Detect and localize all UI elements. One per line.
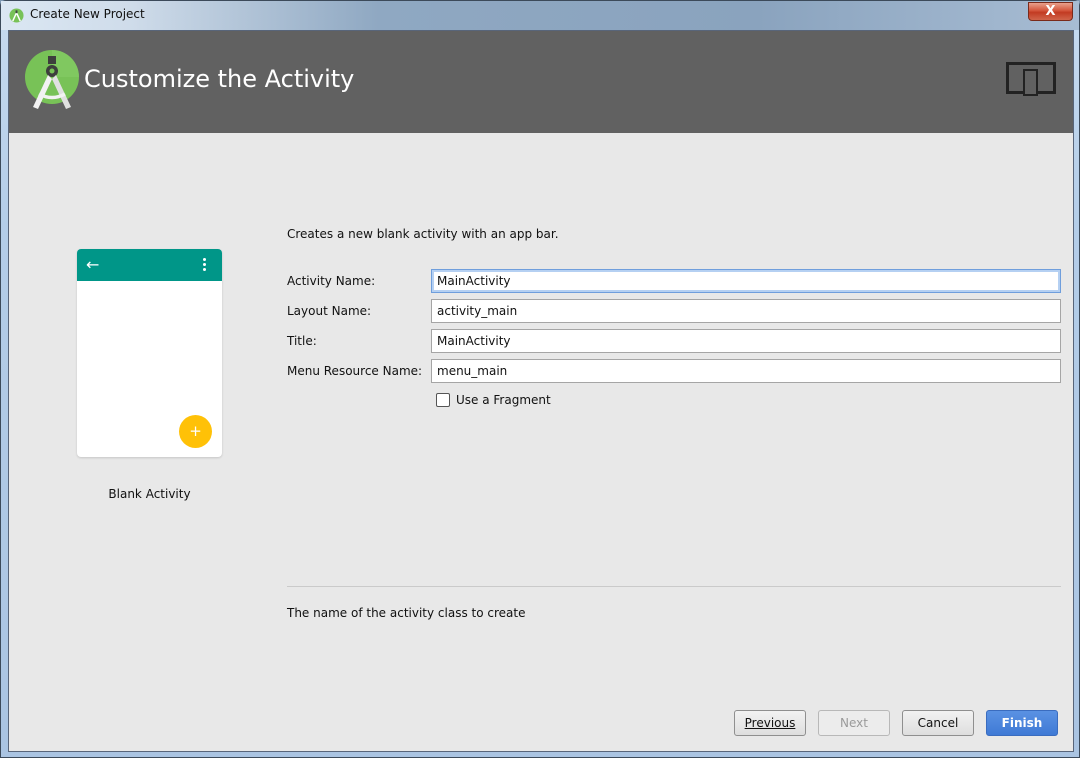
layout-name-label: Layout Name:	[287, 304, 372, 318]
cancel-button-label: Cancel	[917, 716, 959, 730]
menu-resource-name-input[interactable]	[431, 359, 1061, 383]
previous-button[interactable]: Previous	[734, 710, 806, 736]
fab-plus-icon: +	[179, 415, 212, 448]
activity-preview: ← +	[77, 249, 222, 457]
template-description: Creates a new blank activity with an app…	[287, 227, 559, 241]
tablet-phone-icon	[1006, 62, 1056, 96]
page-title: Customize the Activity	[84, 65, 355, 93]
use-fragment-label[interactable]: Use a Fragment	[456, 393, 551, 407]
back-arrow-icon: ←	[86, 255, 100, 274]
dialog-content: Customize the Activity ← + Blank Activit…	[8, 30, 1074, 752]
divider	[287, 586, 1061, 587]
previous-button-label: Previous	[744, 716, 796, 730]
title-input[interactable]	[431, 329, 1061, 353]
title-label: Title:	[287, 334, 317, 348]
android-studio-logo-icon	[25, 50, 79, 109]
overflow-menu-icon	[203, 258, 207, 272]
window-title: Create New Project	[30, 7, 145, 21]
finish-button[interactable]: Finish	[986, 710, 1058, 736]
preview-app-bar: ←	[77, 249, 222, 281]
activity-name-label: Activity Name:	[287, 274, 376, 288]
finish-button-label: Finish	[1001, 716, 1043, 730]
template-label: Blank Activity	[108, 487, 191, 501]
next-button-label: Next	[840, 716, 868, 730]
android-studio-icon	[9, 8, 24, 23]
field-help-text: The name of the activity class to create	[287, 606, 526, 620]
next-button[interactable]: Next	[818, 710, 890, 736]
layout-name-input[interactable]	[431, 299, 1061, 323]
use-fragment-checkbox[interactable]	[436, 393, 450, 407]
window-close-button[interactable]: X	[1028, 2, 1073, 21]
menu-resource-name-label: Menu Resource Name:	[287, 364, 423, 378]
title-bar[interactable]: Create New Project X	[1, 1, 1079, 30]
dialog-window: Create New Project X Customize the Activ…	[0, 0, 1080, 758]
cancel-button[interactable]: Cancel	[902, 710, 974, 736]
header-banner: Customize the Activity	[9, 31, 1073, 133]
activity-name-input[interactable]	[431, 269, 1061, 293]
